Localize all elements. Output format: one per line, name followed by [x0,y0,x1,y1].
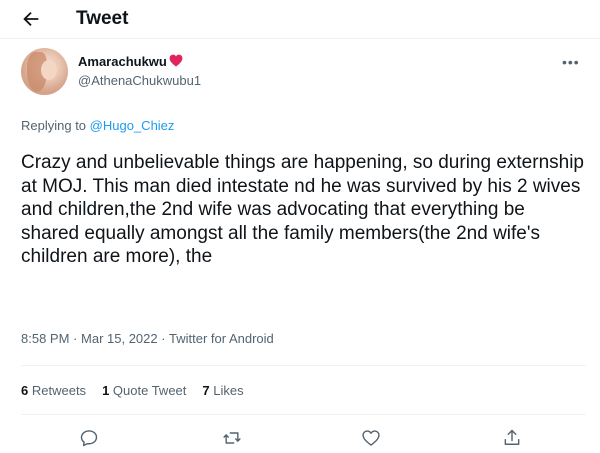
heart-emoji-icon [169,54,183,67]
quotes-stat[interactable]: 1 Quote Tweet [102,383,186,398]
tweet-source[interactable]: Twitter for Android [169,331,274,346]
author-name[interactable]: Amarachukwu [78,54,167,69]
more-horizontal-icon[interactable]: ••• [562,54,580,70]
meta-separator: · [73,331,78,346]
likes-stat[interactable]: 7 Likes [202,383,243,398]
share-icon[interactable] [502,428,522,448]
quotes-count: 1 [102,383,110,398]
tweet-stats: 6 Retweets 1 Quote Tweet 7 Likes [21,383,244,398]
page-title: Tweet [76,8,129,29]
tweet-text: Crazy and unbelievable things are happen… [21,152,584,268]
author-handle[interactable]: @AthenaChukwubu1 [78,73,201,88]
replying-to-link[interactable]: @Hugo_Chiez [90,118,175,133]
reply-icon[interactable] [79,428,99,448]
header-divider [0,38,600,39]
tweet-header: Tweet [0,0,600,40]
stats-divider-bottom [21,414,586,415]
retweets-label: Retweets [31,383,87,398]
replying-to: Replying to @Hugo_Chiez [21,118,174,133]
tweet-time[interactable]: 8:58 PM [21,331,69,346]
meta-separator: · [161,331,166,346]
like-icon[interactable] [361,428,381,448]
likes-count: 7 [202,383,210,398]
retweets-count: 6 [21,383,29,398]
stats-divider-top [21,365,586,366]
retweets-stat[interactable]: 6 Retweets [21,383,86,398]
arrow-left-icon[interactable] [20,8,42,30]
tweet-meta: 8:58 PM · Mar 15, 2022 · Twitter for And… [21,331,274,346]
tweet-date[interactable]: Mar 15, 2022 [81,331,158,346]
avatar[interactable] [21,48,68,95]
retweet-icon[interactable] [222,428,242,448]
quotes-label: Quote Tweet [112,383,187,398]
likes-label: Likes [213,383,244,398]
replying-to-label: Replying to [21,118,87,133]
